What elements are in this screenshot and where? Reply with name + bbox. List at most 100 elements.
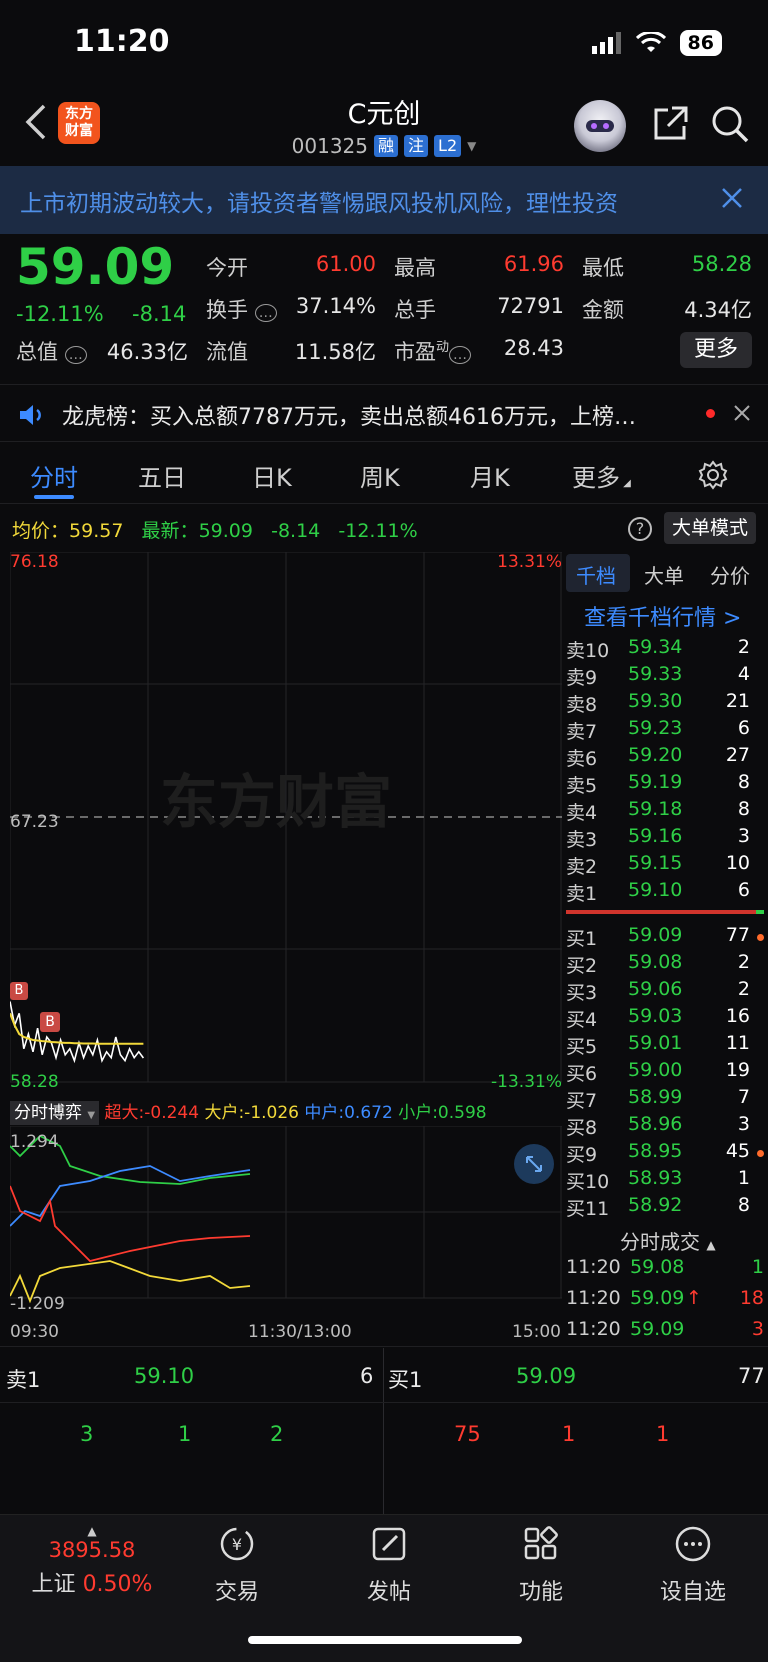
price-line [9,1001,145,1064]
tab-daily-k[interactable]: 日K [252,458,292,493]
avg-value: 59.57 [69,520,124,542]
ask-row[interactable]: 卖10 59.34 2 [566,636,768,663]
dragon-tiger-text: 龙虎榜：买入总额7787万元，卖出总额4616万元，上榜… [62,405,636,430]
bid-row[interactable]: 买5 59.01 11 [566,1032,768,1059]
trades-title[interactable]: 分时成交 ▲ [620,1226,716,1255]
bid-row[interactable]: 买4 59.03 16 [566,1005,768,1032]
buy-marker-1[interactable]: B [10,982,28,1000]
ask-row[interactable]: 卖9 59.33 4 [566,663,768,690]
info-icon[interactable]: … [254,304,277,322]
last-change: -8.14 [271,520,321,542]
risk-notice-banner[interactable]: 上市初期波动较大，请投资者警惕跟风投机风险，理性投资 [0,166,768,234]
tab-thousand-level[interactable]: 千档 [576,560,616,589]
bid-price: 59.08 [628,951,683,973]
info-icon[interactable]: … [449,346,472,364]
bid-price: 58.95 [628,1140,683,1162]
summary-divider [383,1348,384,1514]
ask-row[interactable]: 卖8 59.30 21 [566,690,768,717]
nav-trade-label: 交易 [214,1580,259,1605]
search-icon[interactable] [710,104,750,144]
gear-icon[interactable] [698,460,728,490]
info-icon[interactable]: … [64,346,87,364]
nav-function[interactable]: 功能 [486,1524,596,1606]
bid-row[interactable]: 买11 58.92 8 [566,1194,768,1221]
tab-more[interactable]: 更多 ◢ [572,458,631,493]
y-axis-top-label: 76.18 [10,552,59,572]
flow-series-line [9,1165,251,1227]
float-value: 11.58亿 [294,340,376,364]
flow-axis-top-label: 1.294 [10,1132,59,1152]
ask-row[interactable]: 卖4 59.18 8 [566,798,768,825]
tab-large-orders[interactable]: 大单 [644,560,684,589]
intraday-chart[interactable]: 东方财富 76.18 67.23 58.28 13.31% -13.31% B … [9,551,562,1317]
tab-intraday[interactable]: 分时 [30,458,78,493]
bid-level-label: 买5 [566,1036,598,1058]
ask-row[interactable]: 卖3 59.16 3 [566,825,768,852]
bid-row[interactable]: 买1 59.09 77 [566,924,768,951]
chart-grid [9,551,562,1299]
index-name: 上证 [31,1572,76,1597]
expand-icon[interactable] [514,1144,554,1184]
ask-row[interactable]: 卖2 59.15 10 [566,852,768,879]
bid-row[interactable]: 买9 58.95 45 [566,1140,768,1167]
x-axis-end-label: 15:00 [512,1322,561,1342]
nav-trade[interactable]: ¥ 交易 [182,1524,292,1606]
bid-row[interactable]: 买6 59.00 19 [566,1059,768,1086]
ask-row[interactable]: 卖6 59.20 27 [566,744,768,771]
close-icon[interactable] [716,182,748,214]
ask-row[interactable]: 卖5 59.19 8 [566,771,768,798]
watermark: 东方财富 [160,768,392,836]
dragon-tiger-bar[interactable]: 龙虎榜：买入总额7787万元，卖出总额4616万元，上榜… [0,384,768,442]
ask-volume: 10 [725,852,750,874]
flow-selector[interactable]: 分时博弈 ▼ [10,1101,100,1125]
ask-volume: 8 [737,798,750,820]
ask-level-label: 卖5 [566,775,598,797]
tab-five-day[interactable]: 五日 [138,458,186,493]
flow-legend: 分时博弈 ▼ 超大:-0.244 大户:-1.026 中户:0.672 小户:0… [10,1098,562,1126]
ask-volume: 3 [737,825,750,847]
assistant-robot-icon[interactable] [574,100,626,152]
ask-row[interactable]: 卖1 59.10 6 [566,879,768,906]
ask-level-label: 卖2 [566,856,598,878]
large-order-dot [757,1150,764,1157]
share-icon[interactable] [650,104,690,144]
nav-post[interactable]: 发帖 [334,1524,444,1606]
bid-level-label: 买7 [566,1090,598,1112]
nav-post-label: 发帖 [366,1580,411,1605]
ask-volume: 2 [737,636,750,658]
tab-monthly-k[interactable]: 月K [470,458,510,493]
bid-price: 58.92 [628,1194,683,1216]
help-icon[interactable]: ? [628,517,652,541]
ask-price: 59.30 [628,690,683,712]
bid-price: 58.99 [628,1086,683,1108]
tab-weekly-k[interactable]: 周K [360,458,400,493]
bid-row[interactable]: 买7 58.99 7 [566,1086,768,1113]
low-label: 最低 [582,256,624,280]
flow-axis-bottom-label: -1.209 [10,1294,65,1314]
ask-row[interactable]: 卖7 59.23 6 [566,717,768,744]
ask-price: 59.18 [628,798,683,820]
buy-marker-2[interactable]: B [40,1012,60,1032]
large-order-mode-button[interactable]: 大单模式 [664,512,756,544]
y-axis-mid-label: 67.23 [10,812,59,832]
nav-watchlist-label: 设自选 [659,1580,726,1605]
pe-label-text: 市盈 [394,340,436,364]
more-button[interactable]: 更多 [680,332,752,368]
bid-price: 59.00 [628,1059,683,1081]
active-tab-indicator [34,495,74,499]
trade-time: 11:20 [566,1287,621,1309]
bid-row[interactable]: 买10 58.93 1 [566,1167,768,1194]
bid-volume: 7 [737,1086,750,1108]
bid-row[interactable]: 买2 59.08 2 [566,951,768,978]
view-thousand-level-link[interactable]: 查看千档行情 > [584,600,741,632]
bid-row[interactable]: 买8 58.96 3 [566,1113,768,1140]
bid-row[interactable]: 买3 59.06 2 [566,978,768,1005]
tab-price-distribution[interactable]: 分价 [710,560,750,589]
bid-price: 59.03 [628,1005,683,1027]
trade-volume: 18 [739,1287,764,1309]
nav-index[interactable]: ▲ 3895.58 上证 0.50% [22,1524,162,1598]
nav-watchlist[interactable]: 设自选 [638,1524,748,1606]
ask-volume: 8 [737,771,750,793]
chart-tabs: 分时 五日 日K 周K 月K 更多 ◢ [0,448,768,504]
close-icon[interactable] [732,403,752,423]
